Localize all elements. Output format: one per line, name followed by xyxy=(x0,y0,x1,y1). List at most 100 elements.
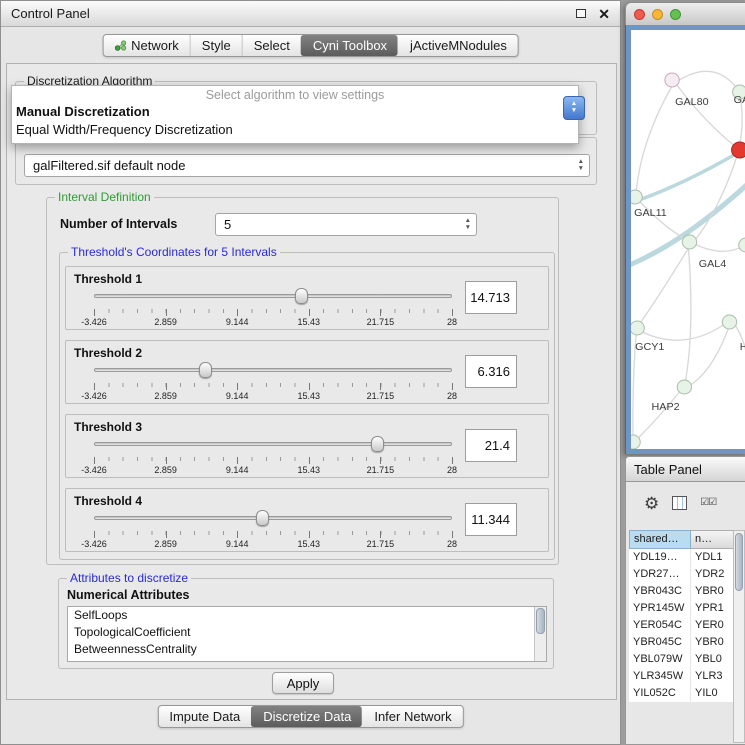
network-icon xyxy=(114,40,126,51)
slider-ticks: -3.4262.8599.14415.4321.71528 xyxy=(94,457,452,461)
combo-stepper-icon[interactable]: ▲▼ xyxy=(563,96,585,120)
threshold-1-slider[interactable] xyxy=(94,287,452,305)
threshold-3-value[interactable]: 21.4 xyxy=(465,429,517,462)
bottom-tab-discretize-data[interactable]: Discretize Data xyxy=(251,706,362,727)
threshold-3-panel: Threshold 3 -3.4262.8599.14415.4321.7152… xyxy=(65,414,549,478)
tab-network[interactable]: Network xyxy=(103,35,190,56)
attributes-group-label: Attributes to discretize xyxy=(67,571,191,585)
table-row[interactable]: YBR043CYBR0 xyxy=(629,583,735,600)
bottom-tab-infer-network[interactable]: Infer Network xyxy=(362,706,462,727)
bottom-tab-impute-data[interactable]: Impute Data xyxy=(158,706,251,727)
tick-mark xyxy=(237,383,238,390)
scrollbar-thumb[interactable] xyxy=(536,608,545,634)
tab-label: Select xyxy=(254,38,290,53)
tab-select[interactable]: Select xyxy=(242,35,301,56)
network-node[interactable] xyxy=(665,73,679,87)
table-data-combo[interactable]: galFiltered.sif default node ▲▼ xyxy=(24,154,590,177)
dropdown-item-manual-discretization[interactable]: Manual Discretization xyxy=(12,103,578,121)
column-header-shared-name[interactable]: shared… xyxy=(629,530,691,549)
tick-label: 21.715 xyxy=(367,465,395,475)
tick-mark xyxy=(380,383,381,390)
table-row[interactable]: YBL079WYBL0 xyxy=(629,651,735,668)
tick-label: -3.426 xyxy=(81,539,107,549)
network-node[interactable] xyxy=(631,435,640,449)
slider-thumb[interactable] xyxy=(295,288,308,304)
network-nodes[interactable] xyxy=(631,73,745,449)
list-scrollbar[interactable] xyxy=(534,607,546,661)
network-node[interactable] xyxy=(739,238,745,252)
slider-thumb[interactable] xyxy=(199,362,212,378)
tick-label: 2.859 xyxy=(154,391,177,401)
tick-mark xyxy=(309,309,310,316)
tick-label: -3.426 xyxy=(81,317,107,327)
tab-label: Cyni Toolbox xyxy=(313,38,387,53)
list-item-topologicalcoefficient[interactable]: TopologicalCoefficient xyxy=(68,624,546,641)
float-window-icon[interactable] xyxy=(576,9,586,18)
threshold-2-slider[interactable] xyxy=(94,361,452,379)
table-cell: YDL19… xyxy=(629,549,691,566)
bottom-tab-strip: Impute DataDiscretize DataInfer Network xyxy=(157,705,463,728)
number-of-intervals-label: Number of Intervals xyxy=(60,217,177,231)
table-header-row: shared… n… xyxy=(629,530,735,549)
select-all-checkboxes-icon[interactable]: ☑☑ xyxy=(700,498,716,508)
tick-label: 2.859 xyxy=(154,317,177,327)
slider-thumb[interactable] xyxy=(371,436,384,452)
network-window-titlebar xyxy=(625,2,745,25)
scrollbar-thumb[interactable] xyxy=(735,533,743,591)
tab-style[interactable]: Style xyxy=(190,35,242,56)
close-icon[interactable]: ✕ xyxy=(598,7,610,21)
table-row[interactable]: YBR045CYBR0 xyxy=(629,634,735,651)
numerical-attributes-list[interactable]: SelfLoopsTopologicalCoefficientBetweenne… xyxy=(67,606,547,662)
table-row[interactable]: YDR27…YDR2 xyxy=(629,566,735,583)
network-node-selected[interactable] xyxy=(732,142,745,158)
tick-mark xyxy=(166,457,167,464)
network-graph: GAL80 GA GAL11 GAL4 GCY1 H HAP2 xyxy=(631,30,745,449)
tick-label: 9.144 xyxy=(226,317,249,327)
table-scrollbar[interactable] xyxy=(733,530,745,743)
list-item-betweennesscentrality[interactable]: BetweennessCentrality xyxy=(68,641,546,658)
gear-icon[interactable]: ⚙ xyxy=(644,495,659,512)
attributes-group: Attributes to discretize Numerical Attri… xyxy=(58,578,554,669)
threshold-1-value[interactable]: 14.713 xyxy=(465,281,517,314)
threshold-4-slider[interactable] xyxy=(94,509,452,527)
table-data-group: Table Data galFiltered.sif default node … xyxy=(15,137,597,185)
network-node[interactable] xyxy=(722,315,736,329)
network-canvas[interactable]: GAL80 GA GAL11 GAL4 GCY1 H HAP2 xyxy=(631,30,745,449)
tab-cyni-toolbox[interactable]: Cyni Toolbox xyxy=(301,35,398,56)
apply-button[interactable]: Apply xyxy=(272,672,334,694)
tick-label: 9.144 xyxy=(226,391,249,401)
table-cell: YDL1 xyxy=(691,549,735,566)
threshold-2-label: Threshold 2 xyxy=(74,346,142,360)
network-node[interactable] xyxy=(631,190,642,204)
column-header-name[interactable]: n… xyxy=(691,530,735,549)
table-cell: YBR0 xyxy=(691,634,735,651)
network-window-frame: GAL80 GA GAL11 GAL4 GCY1 H HAP2 xyxy=(625,25,745,454)
dropdown-item-equal-width-frequency-discretization[interactable]: Equal Width/Frequency Discretization xyxy=(12,121,578,139)
number-of-intervals-combo[interactable]: 5 ▲▼ xyxy=(215,213,477,236)
tick-mark xyxy=(237,309,238,316)
minimize-traffic-light-icon[interactable] xyxy=(652,9,663,20)
network-node[interactable] xyxy=(631,321,644,335)
table-row[interactable]: YLR345WYLR3 xyxy=(629,668,735,685)
tick-mark xyxy=(237,457,238,464)
table-row[interactable]: YDL19…YDL1 xyxy=(629,549,735,566)
dropdown-prompt: Select algorithm to view settings xyxy=(12,88,578,103)
threshold-3-slider[interactable] xyxy=(94,435,452,453)
threshold-4-panel: Threshold 4 -3.4262.8599.14415.4321.7152… xyxy=(65,488,549,552)
table-row[interactable]: YPR145WYPR1 xyxy=(629,600,735,617)
table-panel-titlebar: Table Panel xyxy=(625,456,745,482)
threshold-4-value[interactable]: 11.344 xyxy=(465,503,517,536)
tab-jactivemnodules[interactable]: jActiveMNodules xyxy=(398,35,518,56)
threshold-2-value[interactable]: 6.316 xyxy=(465,355,517,388)
network-node[interactable] xyxy=(682,235,696,249)
table-row[interactable]: YIL052CYIL0 xyxy=(629,685,735,702)
slider-thumb[interactable] xyxy=(256,510,269,526)
close-traffic-light-icon[interactable] xyxy=(634,9,645,20)
columns-icon[interactable] xyxy=(672,496,687,510)
control-panel-titlebar: Control Panel ✕ xyxy=(1,1,620,27)
network-node[interactable] xyxy=(677,380,691,394)
control-panel-window: Control Panel ✕ NetworkStyle Select Cyni T… xyxy=(0,0,621,745)
list-item-selfloops[interactable]: SelfLoops xyxy=(68,607,546,624)
table-row[interactable]: YER054CYER0 xyxy=(629,617,735,634)
zoom-traffic-light-icon[interactable] xyxy=(670,9,681,20)
